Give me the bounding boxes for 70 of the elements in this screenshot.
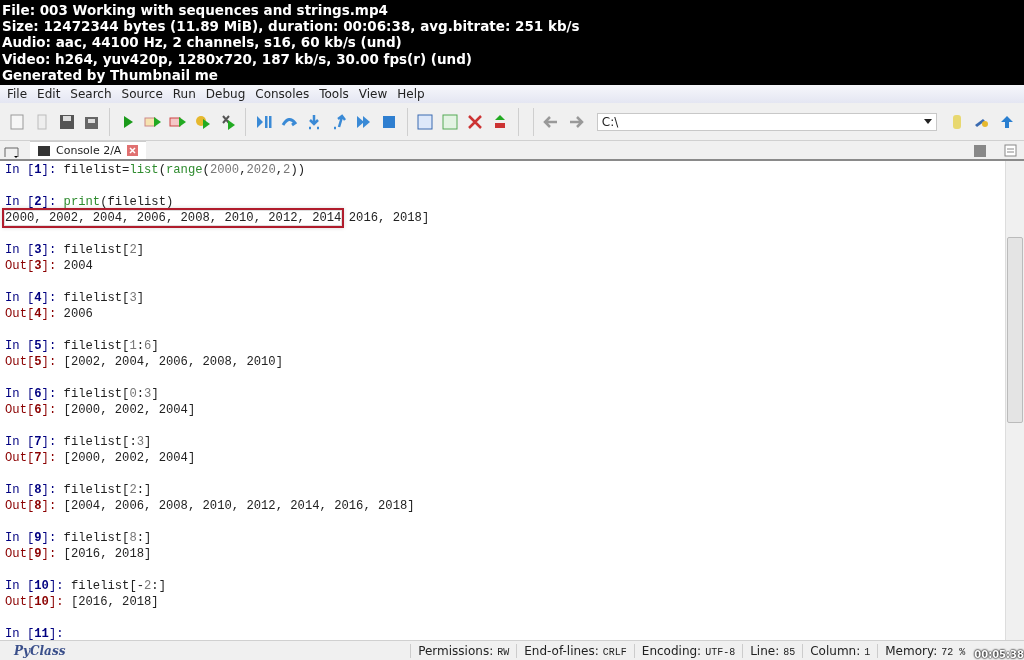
output-prompt: Out[8]: — [5, 499, 57, 513]
input-prompt: In [6]: — [5, 387, 57, 401]
dropdown-icon — [923, 119, 932, 124]
status-item: End-of-lines: CRLF — [516, 643, 634, 658]
code-text: filelist[1:6] — [63, 339, 159, 353]
input-prompt: In [3]: — [5, 243, 57, 257]
code-text: filelist[8:] — [63, 531, 152, 545]
input-prompt: In [5]: — [5, 339, 57, 353]
input-prompt: In [4]: — [5, 291, 57, 305]
video-info-line: File: 003 Working with sequences and strings.mp4 — [2, 2, 389, 19]
output-value: [2016, 2018] — [63, 547, 152, 561]
status-item: Memory: 72 % — [877, 643, 973, 658]
output-prompt: Out[9]: — [5, 547, 57, 561]
timestamp: 00:05:38 — [974, 649, 1024, 660]
output-value: [2002, 2004, 2006, 2008, 2010] — [63, 355, 283, 369]
menu-item[interactable]: File — [2, 87, 33, 101]
status-item: Line: 85 — [742, 643, 803, 658]
console-tab[interactable]: Console 2/A — [30, 141, 147, 159]
menu-item[interactable]: Source — [116, 87, 168, 101]
menu-item[interactable]: Run — [167, 87, 201, 101]
scrollbar[interactable] — [1005, 161, 1024, 640]
output-value: [2000, 2002, 2004] — [63, 403, 196, 417]
output-prompt: Out[3]: — [5, 259, 57, 273]
output-value: [2016, 2018] — [70, 595, 159, 609]
path-field[interactable]: C:\ — [596, 112, 937, 131]
status-item: Column: 1 — [802, 643, 878, 658]
code-text: filelist[:3] — [63, 435, 152, 449]
video-info-line: Audio: aac, 44100 Hz, 2 channels, s16, 60 kb/s (und) — [2, 34, 403, 51]
status-item: Encoding: UTF-8 — [633, 643, 743, 658]
close-icon[interactable] — [127, 145, 139, 156]
input-prompt: In [1]: — [5, 163, 57, 177]
code-text: filelist[3] — [63, 291, 145, 305]
input-prompt: In [10]: — [5, 579, 64, 593]
menu-item[interactable]: Consoles — [250, 87, 315, 101]
code-text: print(filelist) — [63, 195, 174, 209]
output-prompt: Out[4]: — [5, 307, 57, 321]
video-info-line: Video: h264, yuv420p, 1280x720, 187 kb/s, 30.00 fps(r) (und) — [2, 50, 474, 67]
output-value: 2004 — [63, 259, 93, 273]
output-value: [2000, 2002, 2004] — [63, 451, 196, 465]
options-menu-icon[interactable] — [1004, 144, 1018, 158]
status-item: Permissions: RW — [410, 643, 517, 658]
output-prompt: Out[5]: — [5, 355, 57, 369]
output-prompt: Out[10]: — [5, 595, 64, 609]
menu-item[interactable]: View — [353, 87, 393, 101]
code-text: filelist=list(range(2000,2020,2)) — [63, 163, 306, 177]
code-text: filelist[-2:] — [70, 579, 166, 593]
input-prompt: In [9]: — [5, 531, 57, 545]
code-text: filelist[0:3] — [63, 387, 159, 401]
code-text: filelist[2] — [63, 243, 145, 257]
input-prompt: In [8]: — [5, 483, 57, 497]
output-value: [2004, 2006, 2008, 2010, 2012, 2014, 2016, 2018] — [63, 499, 415, 513]
printed-output: 2016, 2018] — [348, 211, 430, 225]
menu-item[interactable]: Search — [65, 87, 117, 101]
menu-item[interactable]: Debug — [200, 87, 251, 101]
video-info-line: Generated by Thumbnail me — [2, 66, 219, 83]
input-prompt: In [7]: — [5, 435, 57, 449]
output-prompt: Out[7]: — [5, 451, 57, 465]
highlighted-output: 2000, 2002, 2004, 2006, 2008, 2010, 2012, 2014 — [5, 211, 342, 225]
output-prompt: Out[6]: — [5, 403, 57, 417]
video-info-line: Size: 12472344 bytes (11.89 MiB), duration: 00:06:38, avg.bitrate: 251 kb/s — [2, 18, 581, 35]
logo: PyClass — [14, 643, 66, 658]
menu-item[interactable]: Edit — [32, 87, 66, 101]
input-prompt: In [11]: — [5, 627, 64, 641]
menu-item[interactable]: Help — [392, 87, 430, 101]
input-prompt: In [2]: — [5, 195, 57, 209]
browse-tabs-icon[interactable] — [4, 145, 20, 159]
console-icon — [38, 145, 50, 156]
output-value: 2006 — [63, 307, 93, 321]
menu-item[interactable]: Tools — [314, 87, 354, 101]
code-text: filelist[2:] — [63, 483, 152, 497]
